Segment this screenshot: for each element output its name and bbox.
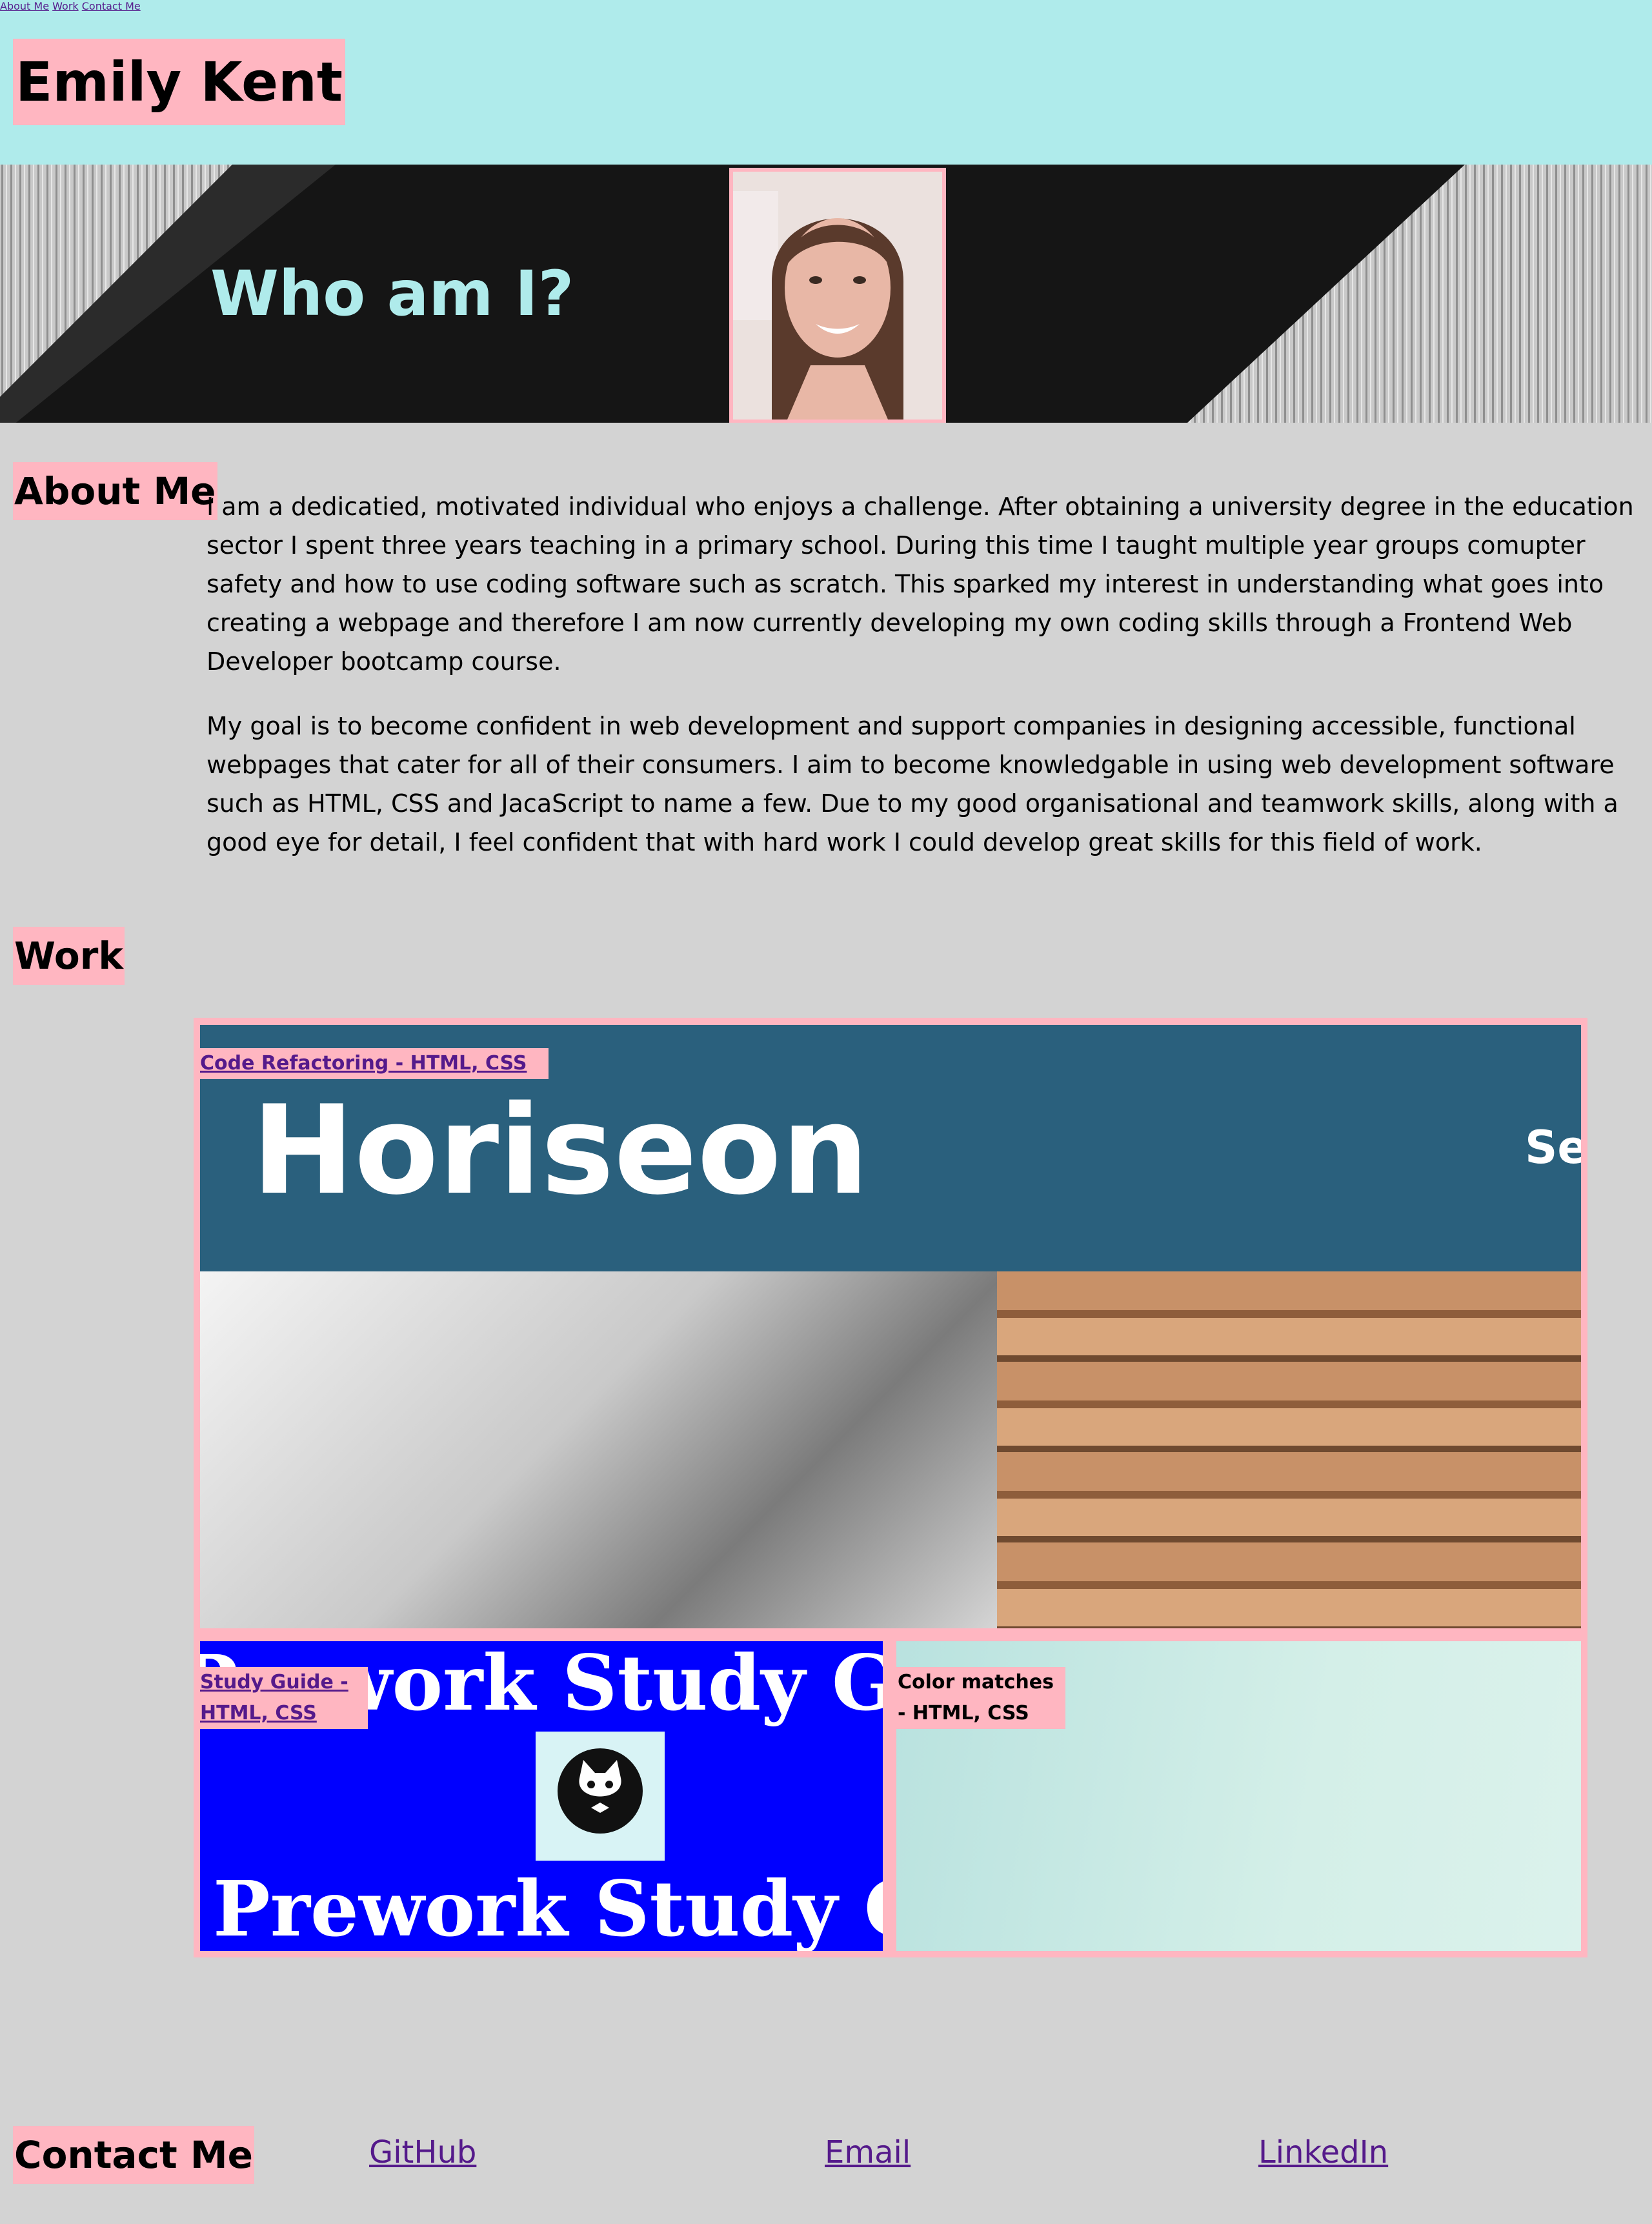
project-label-color-matches: Color matches - HTML, CSS <box>896 1667 1065 1729</box>
work-grid: Horiseon Sea Code Refactoring - HTML, CS… <box>194 1018 1587 1957</box>
site-name: Emily Kent <box>13 39 346 125</box>
project-label-code-refactoring[interactable]: Code Refactoring - HTML, CSS <box>200 1048 549 1079</box>
github-link[interactable]: GitHub <box>369 2133 476 2172</box>
about-heading: About Me <box>13 462 217 520</box>
project-tile-code-refactoring[interactable]: Horiseon Sea Code Refactoring - HTML, CS… <box>200 1025 1581 1628</box>
study-guide-title-bottom: Prework Study Gui <box>213 1864 883 1951</box>
nav-link-work[interactable]: Work <box>52 0 79 12</box>
horiseon-window-photo <box>200 1271 997 1628</box>
email-link[interactable]: Email <box>825 2133 911 2172</box>
hero-title: Who am I? <box>210 258 574 330</box>
project-link-code-refactoring[interactable]: Code Refactoring - HTML, CSS <box>200 1052 527 1075</box>
horiseon-wood-photo <box>997 1271 1581 1628</box>
work-heading: Work <box>13 927 125 985</box>
study-guide-logo <box>536 1732 665 1861</box>
portrait-icon <box>733 172 942 420</box>
cat-icon <box>558 1748 643 1834</box>
project-label-study-guide[interactable]: Study Guide - HTML, CSS <box>200 1667 368 1729</box>
horiseon-logo: Horiseon <box>252 1079 869 1222</box>
site-header: Emily Kent About Me Work Contact Me <box>0 0 1652 165</box>
nav-link-about-me[interactable]: About Me <box>0 0 49 12</box>
main-nav: About Me Work Contact Me <box>0 0 1652 12</box>
nav-link-contact-me[interactable]: Contact Me <box>82 0 141 12</box>
project-link-study-guide[interactable]: Study Guide - HTML, CSS <box>200 1671 348 1724</box>
linkedin-link[interactable]: LinkedIn <box>1258 2133 1388 2172</box>
contact-heading: Contact Me <box>13 2126 254 2184</box>
about-paragraph-1: I am a dedicatied, motivated individual … <box>206 492 1634 676</box>
portrait-photo <box>729 168 946 423</box>
project-tile-study-guide[interactable]: Prework Study Gui Prework Study Gui Stud… <box>200 1641 883 1951</box>
hero-banner: Who am I? <box>0 165 1652 423</box>
horiseon-nav: Sea <box>1525 1121 1581 1174</box>
project-tile-color-matches[interactable]: Color matches - HTML, CSS <box>896 1641 1581 1951</box>
about-paragraph-2: My goal is to become confident in web de… <box>206 712 1618 856</box>
